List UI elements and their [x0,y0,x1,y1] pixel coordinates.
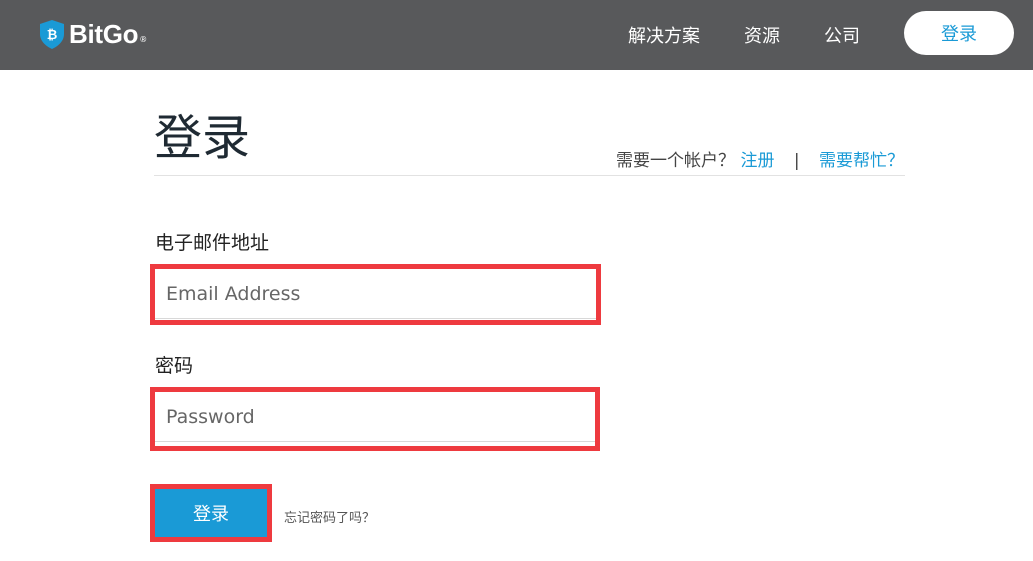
shield-bitcoin-icon: ₿ [40,19,64,49]
nav-company[interactable]: 公司 [824,22,860,48]
login-submit-button[interactable]: 登录 [155,489,267,537]
register-link[interactable]: 注册 [740,151,774,171]
nav-solutions[interactable]: 解决方案 [628,22,700,48]
bitgo-logo[interactable]: ₿ BitGo ® [40,18,147,50]
link-separator: | [793,151,800,171]
email-label: 电子邮件地址 [155,232,270,254]
svg-text:₿: ₿ [47,28,58,43]
page-title: 登录 [154,110,251,166]
account-links: 需要一个帐户？ 注册 | 需要帮忙？ [616,146,904,171]
nav-login-button[interactable]: 登录 [904,11,1014,55]
help-link[interactable]: 需要帮忙？ [819,151,904,171]
nav-resources[interactable]: 资源 [744,22,780,48]
logo-text: BitGo [69,18,139,49]
password-label: 密码 [155,355,194,377]
title-divider [154,175,905,176]
registered-mark: ® [139,34,148,44]
top-navigation-bar: ₿ BitGo ® 解决方案 资源 公司 登录 [0,0,1033,70]
forgot-password-link[interactable]: 忘记密码了吗？ [284,507,375,526]
password-input[interactable] [155,392,595,442]
account-prompt: 需要一个帐户？ [616,151,736,171]
email-input[interactable] [155,269,596,319]
